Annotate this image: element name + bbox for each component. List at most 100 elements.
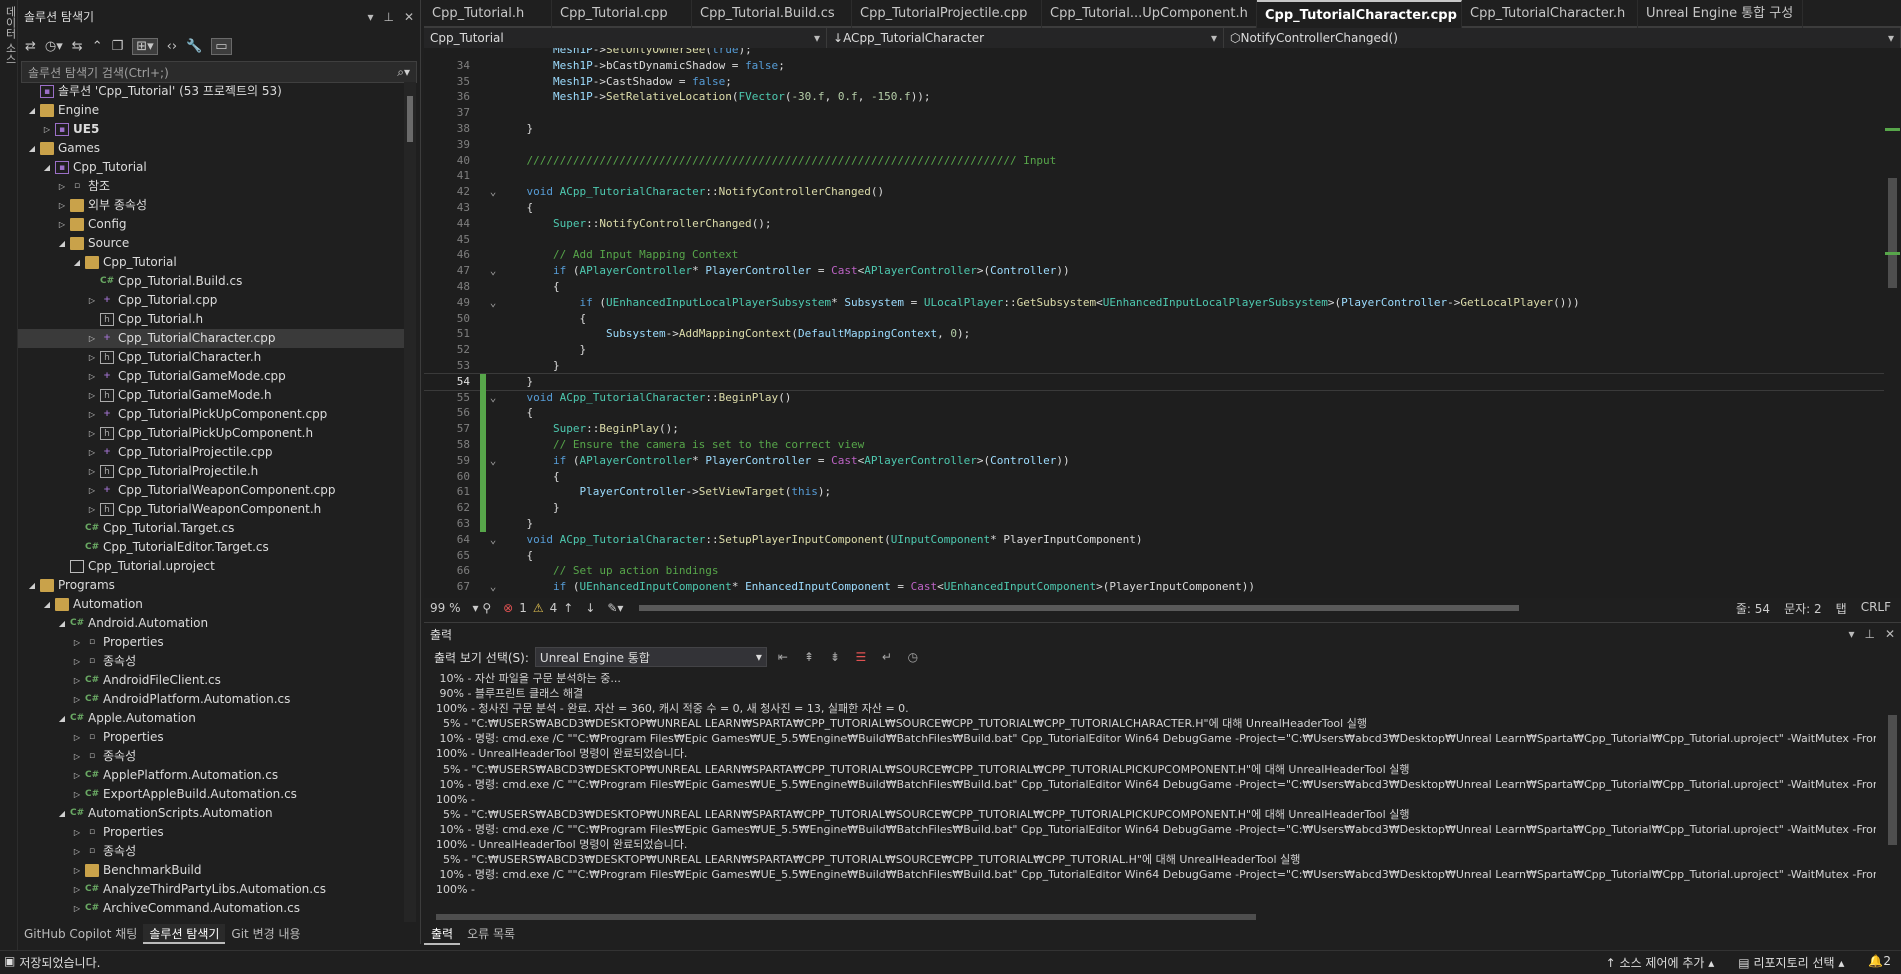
expand-arrow-icon[interactable]: ▷ — [86, 500, 98, 519]
tree-item[interactable]: ▷ h Cpp_TutorialWeaponComponent.h — [18, 500, 406, 519]
notifications-button[interactable]: 🔔2 — [1868, 954, 1891, 971]
tree-item[interactable]: ◢ Source — [18, 234, 406, 253]
next-issue-icon[interactable]: ↓ — [579, 601, 601, 615]
expand-arrow-icon[interactable]: ◢ — [71, 253, 83, 272]
code-line[interactable]: 55 ⌄ void ACpp_TutorialCharacter::BeginP… — [424, 389, 1884, 406]
expand-arrow-icon[interactable]: ▷ — [71, 842, 83, 861]
code-line[interactable]: 43 { — [424, 200, 1884, 216]
document-tab[interactable]: Cpp_TutorialCharacter.h — [1462, 0, 1638, 28]
code-line[interactable]: 62 } — [424, 500, 1884, 516]
fold-chevron-icon[interactable]: ⌄ — [486, 453, 500, 469]
tree-item[interactable]: ◢ C# Apple.Automation — [18, 709, 406, 728]
code-line[interactable]: 66 // Set up action bindings — [424, 563, 1884, 579]
expand-arrow-icon[interactable]: ▷ — [56, 215, 68, 234]
tree-item[interactable]: ▷ ▫ 종속성 — [18, 652, 406, 671]
close-icon[interactable]: ✕ — [1885, 627, 1895, 641]
tree-item[interactable]: ▷ + Cpp_TutorialPickUpComponent.cpp — [18, 405, 406, 424]
collapse-all-icon[interactable]: ⌃ — [92, 39, 103, 54]
expand-arrow-icon[interactable]: ◢ — [56, 804, 68, 823]
code-line[interactable]: 51 Subsystem->AddMappingContext(DefaultM… — [424, 326, 1884, 342]
fold-chevron-icon[interactable]: ⌄ — [486, 263, 500, 279]
tree-item[interactable]: ▷ ▫ Properties — [18, 823, 406, 842]
expand-arrow-icon[interactable]: ▷ — [71, 728, 83, 747]
timestamp-icon[interactable]: ◷ — [903, 650, 923, 664]
code-view-icon[interactable]: ‹› — [167, 39, 177, 54]
editor-vertical-scrollbar[interactable] — [1884, 48, 1901, 598]
scrollbar-thumb[interactable] — [1888, 715, 1897, 845]
panel-tab[interactable]: GitHub Copilot 채팅 — [18, 924, 143, 944]
panel-tab[interactable]: 출력 — [424, 923, 461, 945]
properties-icon[interactable]: 🔧 — [186, 39, 202, 54]
tree-item[interactable]: ▷ h Cpp_TutorialProjectile.h — [18, 462, 406, 481]
code-line[interactable]: 58 // Ensure the camera is set to the co… — [424, 437, 1884, 453]
expand-arrow-icon[interactable]: ▷ — [86, 329, 98, 348]
line-indicator[interactable]: 줄: 54 — [1736, 600, 1770, 617]
show-all-files-icon[interactable]: ❐ — [112, 39, 124, 54]
tree-item[interactable]: ▷ + Cpp_TutorialCharacter.cpp — [18, 329, 406, 348]
tree-item[interactable]: ▷ 외부 종속성 — [18, 196, 406, 215]
tree-item[interactable]: ▷C#Bisect.Automation.cs — [18, 918, 406, 920]
tree-item[interactable]: ▷ BenchmarkBuild — [18, 861, 406, 880]
tree-item[interactable]: ◢ Games — [18, 139, 406, 158]
code-line[interactable]: 36 Mesh1P->SetRelativeLocation(FVector(-… — [424, 89, 1884, 105]
code-line[interactable]: 67 ⌄ if (UEnhancedInputComponent* Enhanc… — [424, 579, 1884, 595]
sync-icon[interactable]: ⇆ — [72, 39, 83, 54]
expand-arrow-icon[interactable]: ▷ — [71, 918, 83, 920]
scope-dropdown[interactable]: ↓ ACpp_TutorialCharacter ▾ — [827, 28, 1224, 48]
tree-item[interactable]: ▷ + Cpp_TutorialGameMode.cpp — [18, 367, 406, 386]
code-line[interactable]: 53 } — [424, 358, 1884, 374]
code-line[interactable]: 45 — [424, 232, 1884, 248]
code-line[interactable]: Mesh1P->SetOnlyOwnerSee(true); — [424, 48, 1884, 58]
expand-arrow-icon[interactable]: ◢ — [56, 234, 68, 253]
expand-arrow-icon[interactable]: ▷ — [71, 633, 83, 652]
output-vertical-scrollbar[interactable] — [1884, 671, 1901, 931]
tree-item[interactable]: ◢ Engine — [18, 101, 406, 120]
expand-arrow-icon[interactable]: ▷ — [86, 405, 98, 424]
tree-item[interactable]: ▷ ▫ Properties — [18, 633, 406, 652]
member-dropdown[interactable]: ⬡ NotifyControllerChanged() ▾ — [1224, 28, 1901, 48]
document-tab[interactable]: Cpp_Tutorial.cpp — [552, 0, 692, 28]
code-line[interactable]: 35 Mesh1P->CastShadow = false; — [424, 74, 1884, 90]
copilot-icon[interactable]: ▾ ⚲ — [467, 601, 498, 615]
cleanup-icon[interactable]: ✎▾ — [601, 601, 629, 615]
output-horizontal-scrollbar[interactable] — [436, 911, 1876, 923]
expand-arrow-icon[interactable]: ▷ — [56, 196, 68, 215]
tree-item[interactable]: ▷ ▪ UE5 — [18, 120, 406, 139]
expand-arrow-icon[interactable]: ▷ — [86, 424, 98, 443]
fold-chevron-icon[interactable]: ⌄ — [486, 390, 500, 406]
tree-item[interactable]: ▷ h Cpp_TutorialCharacter.h — [18, 348, 406, 367]
panel-menu-icon[interactable]: ▾ — [1848, 627, 1854, 641]
tree-item[interactable]: ▷ C# ApplePlatform.Automation.cs — [18, 766, 406, 785]
expand-arrow-icon[interactable]: ▷ — [71, 747, 83, 766]
tree-item[interactable]: ▷ h Cpp_TutorialPickUpComponent.h — [18, 424, 406, 443]
solution-explorer-search-input[interactable]: 솔루션 탐색기 검색(Ctrl+;) ⌕▾ — [21, 61, 417, 83]
search-icon[interactable]: ⌕▾ — [397, 65, 410, 80]
clear-all-icon[interactable]: ☰ — [851, 650, 871, 664]
expand-arrow-icon[interactable]: ▷ — [86, 462, 98, 481]
code-line[interactable]: 39 — [424, 137, 1884, 153]
expand-arrow-icon[interactable]: ▷ — [41, 120, 53, 139]
panel-tab[interactable]: Git 변경 내용 — [225, 924, 306, 944]
code-line[interactable]: 44 Super::NotifyControllerChanged(); — [424, 216, 1884, 232]
code-line[interactable]: 61 PlayerController->SetViewTarget(this)… — [424, 484, 1884, 501]
tree-item[interactable]: C# Cpp_Tutorial.Build.cs — [18, 272, 406, 291]
zoom-level[interactable]: 99 % — [424, 601, 467, 615]
expand-arrow-icon[interactable]: ◢ — [26, 101, 38, 120]
column-indicator[interactable]: 문자: 2 — [1784, 600, 1822, 617]
expand-arrow-icon[interactable]: ▷ — [71, 690, 83, 709]
code-line[interactable]: 50 { — [424, 311, 1884, 327]
tree-item[interactable]: ▷ ▫ 종속성 — [18, 842, 406, 861]
code-line[interactable]: 46 // Add Input Mapping Context — [424, 247, 1884, 263]
code-line[interactable]: 41 — [424, 168, 1884, 184]
tree-item[interactable]: ▷ C# ArchiveCommand.Automation.cs — [18, 899, 406, 918]
expand-arrow-icon[interactable]: ▷ — [71, 766, 83, 785]
code-line[interactable]: 65 { — [424, 548, 1884, 564]
expand-arrow-icon[interactable]: ▷ — [86, 348, 98, 367]
code-line[interactable]: 37 — [424, 105, 1884, 121]
expand-arrow-icon[interactable]: ▷ — [86, 481, 98, 500]
code-line[interactable]: 59 ⌄ if (APlayerController* PlayerContro… — [424, 452, 1884, 469]
expand-arrow-icon[interactable]: ▷ — [71, 652, 83, 671]
expand-arrow-icon[interactable]: ◢ — [41, 595, 53, 614]
code-line[interactable]: 54 } — [424, 372, 1884, 391]
editor-horizontal-scrollbar[interactable] — [639, 603, 1609, 613]
